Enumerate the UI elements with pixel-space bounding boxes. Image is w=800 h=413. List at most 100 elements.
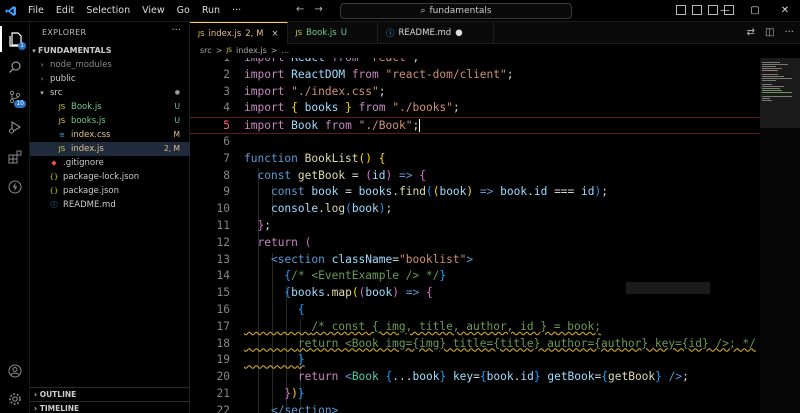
info-file-icon: ⓘ [50, 201, 58, 209]
code-line: 10 console.log(book); [216, 202, 393, 216]
css-file-icon: ≡ [59, 131, 65, 139]
code-line: 6 [223, 135, 230, 148]
explorer-icon[interactable]: 1 [0, 26, 30, 52]
code-line: 21 })} [216, 387, 305, 400]
tree-item-node-modules[interactable]: › node_modules [30, 58, 190, 72]
menu-edit[interactable]: Edit [50, 0, 80, 22]
chevron-down-icon: ▾ [32, 47, 36, 55]
tab-label: README.md [398, 28, 452, 38]
menu-go[interactable]: Go [171, 0, 196, 22]
source-control-badge: 10 [14, 100, 26, 108]
menu-more[interactable]: ··· [226, 0, 247, 22]
tree-item-label: books.js [71, 116, 106, 126]
run-debug-icon[interactable] [0, 114, 30, 140]
more-actions-icon[interactable]: ··· [171, 25, 181, 36]
menu-selection[interactable]: Selection [80, 0, 136, 22]
breadcrumb-src[interactable]: src [200, 44, 212, 58]
timeline-section[interactable]: › TIMELINE [30, 401, 190, 413]
json-file-icon: {} [49, 187, 59, 195]
code-editor[interactable]: 1import React from "react"; 2import Reac… [190, 58, 760, 413]
code-line: 4 import { books } from "./books"; [223, 101, 460, 115]
tab-status: U [340, 28, 347, 38]
git-file-icon: ◆ [51, 159, 57, 167]
forward-arrow-icon[interactable]: → [314, 4, 322, 15]
tree-item-label: index.css [71, 130, 111, 140]
tree-item-books-js[interactable]: JS books.js U [30, 114, 190, 128]
problems-modified-status: 2, M [163, 144, 180, 153]
tab-index-js[interactable]: JS index.js 2, M × [190, 22, 288, 44]
tree-item-index-css[interactable]: ≡ index.css M [30, 128, 190, 142]
code-line: 20 return <Book {...book} key={book.id} … [216, 370, 689, 384]
close-tab-icon[interactable]: × [267, 29, 278, 39]
editor-group: JS index.js 2, M × JS Book.js U ⓘ README… [190, 22, 800, 413]
breadcrumb-file[interactable]: index.js [236, 44, 267, 58]
untracked-status: U [174, 102, 181, 111]
minimize-icon[interactable]: — [710, 0, 740, 22]
code-line-warning: 18 return <Book img={img} title={title} … [216, 336, 756, 350]
tree-item-label: index.js [71, 144, 104, 154]
tree-item-public[interactable]: › public [30, 72, 190, 86]
settings-gear-icon[interactable] [0, 386, 30, 412]
menu-view[interactable]: View [136, 0, 171, 22]
js-file-icon: JS [198, 29, 205, 38]
tab-book-js[interactable]: JS Book.js U [288, 22, 378, 44]
tree-item-label: package-lock.json [63, 172, 140, 182]
info-file-icon: ⓘ [385, 29, 395, 39]
code-line: 12 return ( [216, 235, 312, 249]
command-center-search[interactable]: ⌕ fundamentals [340, 3, 572, 19]
code-line: 2 import ReactDOM from "react-dom/client"… [223, 67, 514, 81]
code-line: 11 }; [216, 219, 271, 232]
source-control-icon[interactable]: 10 [0, 84, 30, 110]
menu-file[interactable]: File [22, 0, 50, 22]
search-view-icon[interactable] [0, 54, 30, 80]
outline-section[interactable]: › OUTLINE [30, 387, 190, 401]
tab-label: index.js [208, 28, 242, 39]
explorer-badge: 1 [18, 42, 26, 50]
code-line: 16 { [216, 303, 305, 316]
inline-hint-placeholder [626, 282, 710, 294]
open-changes-icon[interactable]: ⇄ [747, 27, 755, 38]
tree-item-label: src [50, 88, 63, 98]
workspace-root[interactable]: ▾ FUNDAMENTALS [30, 44, 190, 58]
account-icon[interactable] [0, 358, 30, 384]
code-line: 8 const getBook = (id) => { [223, 168, 427, 182]
js-file-icon: JS [58, 117, 66, 125]
code-line: 13 <section className="booklist"> [216, 252, 474, 266]
breadcrumb: src > JS index.js > ... [190, 44, 800, 58]
js-file-icon: JS [58, 103, 66, 111]
tree-item-package-json[interactable]: {} package.json [30, 184, 190, 198]
json-file-icon: {} [49, 173, 59, 181]
tree-item-label: node_modules [50, 60, 112, 70]
tab-readme-md[interactable]: ⓘ README.md ● [378, 22, 494, 44]
tree-item-index-js[interactable]: JS index.js 2, M [30, 142, 190, 156]
toggle-primary-sidebar-icon[interactable] [676, 5, 686, 15]
breadcrumb-symbol[interactable]: ... [282, 44, 290, 58]
lightning-icon[interactable] [0, 174, 30, 200]
split-editor-icon[interactable]: ◫ [765, 27, 774, 38]
chevron-down-icon: ▾ [40, 89, 44, 97]
back-arrow-icon[interactable]: ← [296, 4, 304, 15]
command-center-label: fundamentals [429, 6, 492, 16]
code-line: 1import React from "react"; [190, 58, 760, 67]
code-line: 9 const book = books.find((book) => book… [223, 185, 608, 199]
tree-item-package-lock-json[interactable]: {} package-lock.json [30, 170, 190, 184]
tree-item-src[interactable]: ▾ src ● [30, 86, 190, 100]
toggle-panel-icon[interactable] [692, 5, 702, 15]
unsaved-dot-icon: ● [455, 28, 463, 38]
more-actions-icon[interactable]: ··· [784, 27, 794, 38]
outline-label: OUTLINE [39, 390, 77, 399]
current-code-line: 5 import Book from "./Book"; [190, 117, 760, 134]
tree-item-book-js[interactable]: JS Book.js U [30, 100, 190, 114]
chevron-right-icon: › [40, 61, 44, 69]
extensions-icon[interactable] [0, 144, 30, 170]
code-line: 7 function BookList() { [223, 151, 386, 165]
code-line-warning: 19 } [216, 353, 305, 367]
maximize-icon[interactable]: ▢ [740, 0, 770, 22]
menu-run[interactable]: Run [196, 0, 226, 22]
minimap-viewport-slider[interactable] [760, 58, 800, 128]
tree-item-readme-md[interactable]: ⓘ README.md [30, 198, 190, 212]
code-line: 3 import "./index.css"; [223, 84, 386, 98]
close-window-icon[interactable]: ✕ [770, 0, 800, 22]
modified-dot-icon: ● [174, 89, 180, 96]
tree-item-gitignore[interactable]: ◆ .gitignore [30, 156, 190, 170]
